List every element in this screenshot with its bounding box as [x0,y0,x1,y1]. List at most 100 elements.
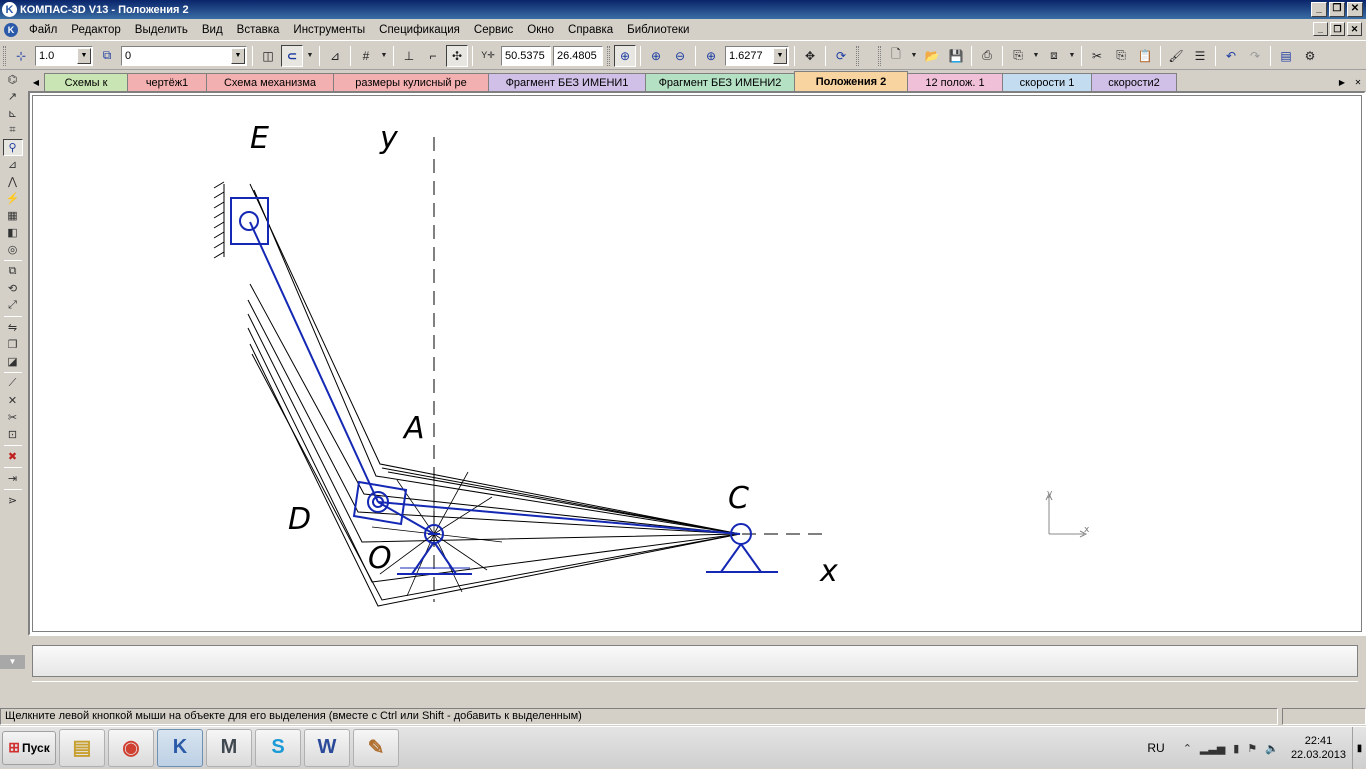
tab-2[interactable]: Схема механизма [206,73,334,91]
taskbar-explorer[interactable]: ▤ [59,728,105,767]
paste-icon[interactable]: 📋 [1134,45,1156,67]
align-icon[interactable]: ⇥ [3,470,23,487]
battery-icon[interactable]: ▮ [1233,742,1239,755]
tab-4[interactable]: Фрагмент БЕЗ ИМЕНИ1 [488,73,646,91]
trim-icon[interactable]: ⟋ [3,375,23,392]
manager-icon[interactable]: ⧈ [1043,45,1065,67]
ortho-icon[interactable]: ⊿ [324,45,346,67]
doc-close-button[interactable]: ✕ [1347,22,1362,36]
manager-dropdown-icon[interactable]: ▼ [1067,45,1077,67]
coord-y-field[interactable]: 26.4805 [553,45,603,66]
snap-mode-icon[interactable]: ✣ [446,44,468,67]
menu-view[interactable]: Вид [195,20,230,40]
tab-7[interactable]: 12 полож. 1 [907,73,1003,91]
close-button[interactable]: ✕ [1347,2,1363,17]
drawing-area[interactable]: E y A C D O x y x [28,91,1366,636]
print-icon[interactable]: ⎙ [976,45,998,67]
tab-9[interactable]: скорости2 [1091,73,1177,91]
menu-service[interactable]: Сервис [467,20,520,40]
signal-icon[interactable]: ▂▃▅ [1200,742,1225,755]
open-folder-icon[interactable]: 📂 [921,45,943,67]
toolbar-grip[interactable] [856,45,859,66]
tab-0[interactable]: Схемы к [44,73,128,91]
associative-views-icon[interactable]: ⚡ [3,190,23,207]
grid-dropdown-icon[interactable]: ▼ [379,45,389,67]
local-cs-icon[interactable]: ⊥ [398,45,420,67]
edit-icon[interactable]: ⌗ [3,122,23,139]
copy-icon[interactable]: ⎘ [1110,45,1132,67]
restore-button[interactable]: ❐ [1329,2,1345,17]
taskbar-kompas[interactable]: K [157,728,203,767]
menu-insert[interactable]: Вставка [230,20,287,40]
toolbar-grip[interactable] [878,45,881,66]
properties-icon[interactable]: ◫ [257,45,279,67]
tabs-close-icon[interactable]: ✕ [1350,73,1366,91]
undo-icon[interactable]: ↶ [1220,45,1242,67]
zoom-out-icon[interactable]: ⊖ [669,45,691,67]
properties-input-area[interactable] [32,645,1358,677]
chevron-down-icon[interactable]: ▼ [773,47,787,64]
macro-icon[interactable]: ⋗ [3,492,23,509]
toolbar-grip[interactable] [607,45,610,66]
symmetry-icon[interactable]: ⇋ [3,319,23,336]
taskbar-skype[interactable]: S [255,728,301,767]
scale-tool-icon[interactable]: ⤢ [3,297,23,314]
menu-libraries[interactable]: Библиотеки [620,20,696,40]
delete-icon[interactable]: ✖ [3,448,23,465]
zoom-window-icon[interactable]: ⊕ [614,44,636,67]
new-dropdown-icon[interactable]: ▼ [909,45,919,67]
chevron-down-icon[interactable]: ▼ [231,47,245,64]
scale-icon[interactable]: ⊹ [10,45,32,67]
chevron-down-icon[interactable]: ▼ [77,47,91,64]
copy-tool-icon[interactable]: ❐ [3,336,23,353]
menu-file[interactable]: Файл [22,20,64,40]
clock[interactable]: 22:41 22.03.2013 [1291,734,1346,762]
sizes-icon[interactable]: ↗ [3,88,23,105]
tab-6[interactable]: Положения 2 [794,71,908,91]
preview-icon[interactable]: ⎘ [1007,45,1029,67]
grid-icon[interactable]: # [355,45,377,67]
menu-select[interactable]: Выделить [128,20,195,40]
language-indicator[interactable]: RU [1147,741,1164,755]
cut-icon[interactable]: ✂ [1086,45,1108,67]
selection-icon[interactable]: ⋀ [3,173,23,190]
properties-list-icon[interactable]: ☰ [1189,45,1211,67]
taskbar-word[interactable]: W [304,728,350,767]
redo-icon[interactable]: ↷ [1244,45,1266,67]
tabs-scroll-left-icon[interactable]: ◀ [28,73,44,91]
document-system-icon[interactable]: K [4,22,18,37]
zoom-in-icon[interactable]: ⊕ [645,45,667,67]
deform-icon[interactable]: ◪ [3,353,23,370]
toolbar-scroll-down[interactable]: ▼ [0,655,25,669]
minimize-button[interactable]: _ [1311,2,1327,17]
zoom-scale-icon[interactable]: ⊕ [700,45,722,67]
start-button[interactable]: ⊞ Пуск [2,730,56,765]
snap-dropdown-icon[interactable]: ▼ [305,45,315,67]
measure-icon[interactable]: ⊿ [3,156,23,173]
taskbar-paint[interactable]: ✎ [353,728,399,767]
tabs-scroll-right-icon[interactable]: ▶ [1334,73,1350,91]
tab-5[interactable]: Фрагмент БЕЗ ИМЕНИ2 [645,73,795,91]
insert-icon[interactable]: ◎ [3,241,23,258]
variables-icon[interactable]: ⚙ [1299,45,1321,67]
taskbar-chrome[interactable]: ◉ [108,728,154,767]
tab-8[interactable]: скорости 1 [1002,73,1092,91]
refresh-icon[interactable]: ⟳ [830,45,852,67]
menu-specification[interactable]: Спецификация [372,20,467,40]
geometry-icon[interactable]: ⌬ [3,71,23,88]
preview-dropdown-icon[interactable]: ▼ [1031,45,1041,67]
format-brush-icon[interactable]: 🖌 [1165,45,1187,67]
split-icon[interactable]: ✂ [3,409,23,426]
save-icon[interactable]: 💾 [945,45,967,67]
spec-icon[interactable]: ▦ [3,207,23,224]
break-icon[interactable]: ✕ [3,392,23,409]
rotate-icon[interactable]: ⟲ [3,280,23,297]
toolbar-grip[interactable] [3,45,6,66]
clip-icon[interactable]: ⊡ [3,426,23,443]
menu-editor[interactable]: Редактор [64,20,128,40]
tab-1[interactable]: чертёж1 [127,73,207,91]
menu-tools[interactable]: Инструменты [286,20,372,40]
snap-magnet-icon[interactable]: ⊂ [281,44,303,67]
chevron-up-icon[interactable]: ⌃ [1183,742,1192,755]
layers-icon[interactable]: ⧉ [96,45,118,67]
